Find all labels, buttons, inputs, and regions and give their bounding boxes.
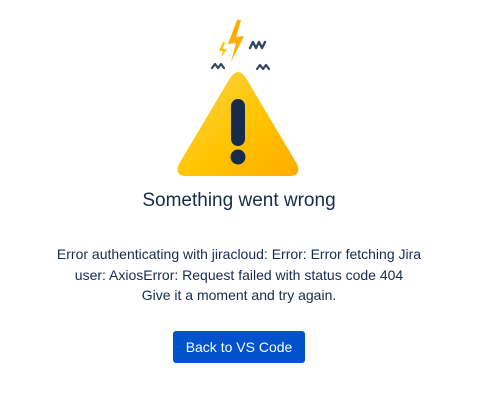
squiggle-far-right-icon (255, 63, 271, 71)
back-to-vscode-button[interactable]: Back to VS Code (173, 331, 305, 363)
exclamation-dot (230, 149, 246, 165)
squiggle-right-icon (248, 40, 267, 50)
lightning-bolt-small-icon (219, 42, 227, 58)
lightning-bolt-icon (228, 20, 244, 62)
exclamation-bar (231, 99, 245, 146)
warning-illustration (177, 20, 299, 176)
error-message-line: Error authenticating with jiracloud: Err… (56, 246, 422, 262)
error-message-line: user: AxiosError: Request failed with st… (74, 266, 404, 283)
squiggle-left-icon (210, 62, 226, 70)
error-title: Something went wrong (142, 190, 336, 211)
error-message: Error authenticating with jiracloud: Err… (0, 244, 478, 306)
error-page: Something went wrong Error authenticatin… (0, 0, 478, 420)
error-message-line: Give it a moment and try again. (141, 287, 337, 303)
